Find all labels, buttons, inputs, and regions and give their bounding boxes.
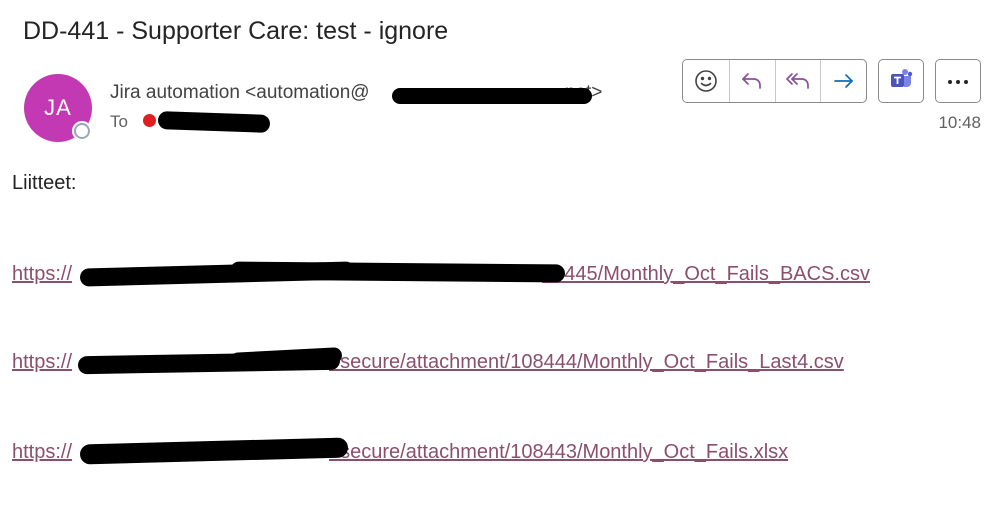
forward-icon [831,69,857,93]
link-suffix: 08445/Monthly_Oct_Fails_BACS.csv [542,263,870,285]
link-prefix: https:// [12,441,73,463]
reply-icon [739,69,765,93]
more-icon [947,72,969,90]
recipient-status-icon [143,114,156,127]
link-prefix: https:// [12,263,73,285]
link-suffix: t/secure/attachment/108443/Monthly_Oct_F… [329,441,789,463]
redaction-mark [157,111,271,133]
recipient-line: To [110,112,128,132]
link-prefix: https:// [12,351,73,373]
link-suffix: t/secure/attachment/108444/Monthly_Oct_F… [329,351,844,373]
received-time: 10:48 [938,113,981,132]
forward-button[interactable] [820,60,866,102]
to-label: To [110,112,128,131]
reply-all-icon [784,69,812,93]
reply-button[interactable] [728,60,775,102]
sender-name: Jira automation <automation@ [110,82,370,103]
message-actions-group [682,59,867,103]
more-options-button[interactable] [935,59,981,103]
reply-all-button[interactable] [774,60,821,102]
avatar-initials: JA [44,95,72,120]
teams-icon [888,66,914,97]
email-subject: DD-441 - Supporter Care: test - ignore [23,17,449,45]
redaction-mark [392,88,592,104]
teams-button[interactable] [878,59,924,103]
emoji-icon [694,69,718,93]
redaction-mark [229,261,566,283]
attachments-label: Liitteet: [12,172,77,194]
emoji-button[interactable] [683,60,729,102]
presence-status-icon [72,121,92,141]
